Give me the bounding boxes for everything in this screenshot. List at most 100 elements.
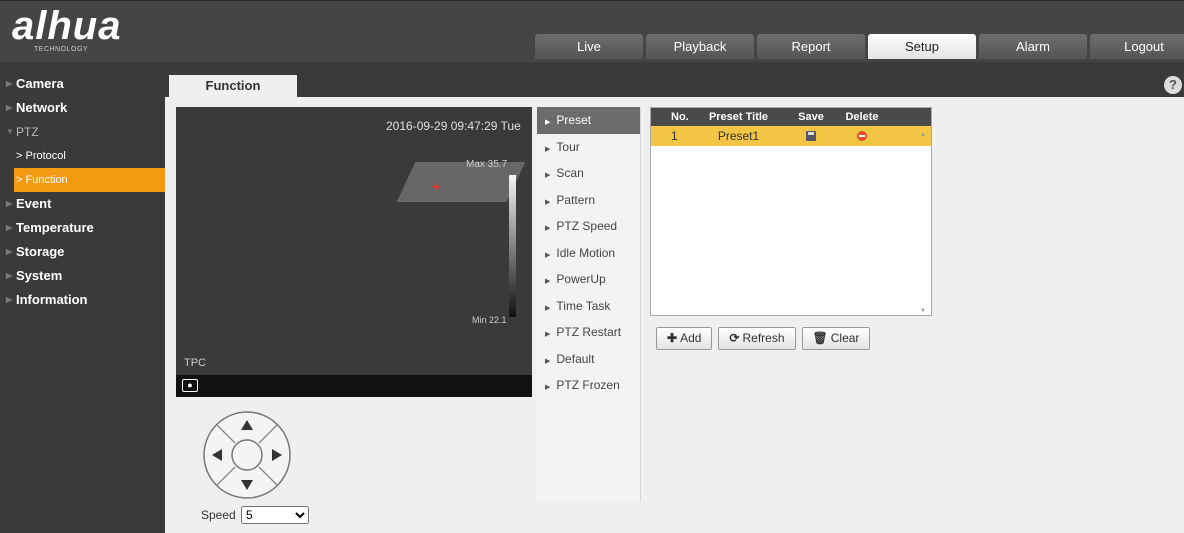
row-preset-title[interactable]: Preset1	[691, 126, 786, 146]
speed-control: Speed 5	[201, 506, 310, 524]
function-item-label: Tour	[556, 139, 580, 154]
clear-button-label: Clear	[830, 331, 860, 345]
function-item-powerup[interactable]: ▶ PowerUp	[537, 266, 640, 293]
chevron-right-icon: ▶	[6, 199, 13, 208]
sidebar-subitem-protocol[interactable]: > Protocol	[0, 144, 165, 168]
sidebar-item-label: Information	[16, 292, 88, 307]
subtab-bar: Function ?	[165, 62, 1184, 97]
function-item-ptz-frozen[interactable]: ▶ PTZ Frozen	[537, 372, 640, 399]
col-save: Save	[798, 111, 824, 123]
row-no: 1	[671, 129, 678, 143]
function-item-pattern[interactable]: ▶ Pattern	[537, 187, 640, 214]
scroll-down-icon[interactable]: ▼	[920, 308, 926, 314]
sidebar-item-label: Network	[16, 100, 68, 115]
logo-text: alhua	[12, 4, 122, 48]
sidebar-subitem-label: Protocol	[25, 150, 66, 162]
sidebar-item-label: Storage	[16, 244, 65, 259]
function-item-label: PowerUp	[556, 272, 606, 286]
function-item-label: PTZ Frozen	[556, 378, 620, 392]
sidebar-subitem-label: Function	[25, 174, 68, 186]
chevron-right-icon: ▶	[6, 295, 13, 304]
tab-alarm[interactable]: Alarm	[979, 34, 1087, 59]
min-temp-label: Min 22.1	[472, 315, 507, 325]
sidebar-item-storage[interactable]: ▶ Storage	[0, 240, 165, 264]
tab-live[interactable]: Live	[535, 34, 643, 59]
preset-table-header: No. Preset Title Save Delete	[651, 108, 931, 126]
function-item-label: PTZ Speed	[556, 219, 618, 233]
function-item-label: Default	[556, 351, 595, 366]
scroll-up-icon[interactable]: ▲	[920, 132, 926, 138]
temperature-scale	[509, 175, 516, 317]
tab-logout[interactable]: Logout	[1090, 34, 1184, 59]
table-scrollbar[interactable]: ▲ ▼	[919, 128, 929, 314]
tab-playback[interactable]: Playback	[646, 34, 754, 59]
main-tabs: Live Playback Report Setup Alarm Logout	[535, 34, 1184, 59]
sidebar-item-ptz[interactable]: ▼ PTZ	[0, 120, 165, 144]
sidebar-item-label: System	[16, 268, 63, 283]
chevron-down-icon: ▼	[6, 127, 14, 136]
sidebar-item-system[interactable]: ▶ System	[0, 264, 165, 288]
sidebar-item-event[interactable]: ▶ Event	[0, 192, 165, 216]
tab-function[interactable]: Function	[169, 75, 297, 97]
triangle-right-icon: ▶	[545, 119, 551, 126]
function-item-label: Idle Motion	[556, 245, 616, 260]
save-cell	[786, 126, 836, 146]
col-no: No.	[671, 111, 689, 123]
triangle-right-icon: ▶	[545, 145, 551, 153]
speed-select[interactable]: 5	[241, 506, 310, 524]
delete-cell	[836, 126, 888, 146]
function-item-label: PTZ Restart	[556, 325, 622, 339]
sidebar-item-temperature[interactable]: ▶ Temperature	[0, 216, 165, 240]
function-item-label: Pattern	[556, 192, 596, 207]
table-row[interactable]: 1 Preset1	[651, 126, 931, 146]
sidebar-item-label: PTZ	[16, 125, 39, 139]
chevron-right-icon: ▶	[6, 271, 13, 280]
content-area: Function ? 2016-09-29 09:47:29 Tue Max 3…	[165, 62, 1184, 533]
help-icon[interactable]: ?	[1164, 76, 1182, 94]
clear-button[interactable]: 🗑 Clear	[801, 327, 871, 350]
snapshot-camera-icon[interactable]: ●	[182, 379, 198, 392]
function-item-label: Scan	[556, 166, 584, 180]
tab-report[interactable]: Report	[757, 34, 865, 59]
logo-tagline: TECHNOLOGY	[34, 46, 89, 53]
function-item-time-task[interactable]: ▶ Time Task	[537, 293, 640, 320]
function-item-idle-motion[interactable]: ▶ Idle Motion	[537, 240, 640, 267]
max-temp-marker-icon: ✚	[432, 182, 440, 192]
tab-setup[interactable]: Setup	[868, 34, 976, 59]
sidebar-subitem-function[interactable]: > Function	[14, 168, 165, 192]
function-item-preset[interactable]: ▶ Preset	[537, 107, 640, 134]
ptz-direction-control	[202, 410, 292, 500]
chevron-right-icon: ▶	[6, 103, 13, 112]
triangle-right-icon: ▶	[545, 251, 551, 259]
sidebar: ▶ Camera ▶ Network ▼ PTZ > Protocol > Funct…	[0, 62, 165, 533]
chevron-right-icon: ▶	[6, 223, 13, 232]
triangle-right-icon: ▶	[545, 225, 551, 232]
function-item-ptz-speed[interactable]: ▶ PTZ Speed	[537, 213, 640, 240]
save-icon[interactable]	[806, 131, 816, 141]
triangle-right-icon: ▶	[545, 384, 551, 391]
triangle-right-icon: ▶	[545, 278, 551, 285]
delete-icon[interactable]	[857, 131, 867, 141]
col-preset-title: Preset Title	[708, 111, 769, 123]
function-item-label: Preset	[556, 113, 592, 127]
triangle-right-icon: ▶	[545, 172, 551, 179]
max-temp-label: Max 35.7	[466, 159, 508, 170]
refresh-button[interactable]: ⟳ Refresh	[718, 327, 796, 350]
sidebar-item-camera[interactable]: ▶ Camera	[0, 72, 165, 96]
refresh-icon: ⟳	[729, 331, 740, 345]
function-item-label: Time Task	[556, 298, 611, 313]
function-item-default[interactable]: ▶ Default	[537, 346, 640, 373]
video-timestamp: 2016-09-29 09:47:29 Tue	[386, 119, 521, 133]
refresh-button-label: Refresh	[742, 331, 785, 345]
speed-label: Speed	[201, 508, 236, 522]
function-item-scan[interactable]: ▶ Scan	[537, 160, 640, 187]
sidebar-item-information[interactable]: ▶ Information	[0, 288, 165, 312]
top-bar: alhua TECHNOLOGY Live Playback Report Se…	[0, 0, 1184, 62]
triangle-right-icon: ▶	[545, 357, 551, 365]
function-item-ptz-restart[interactable]: ▶ PTZ Restart	[537, 319, 640, 346]
sidebar-item-label: Event	[16, 196, 52, 211]
add-button[interactable]: ✚ Add	[656, 327, 713, 350]
chevron-right-icon: ▶	[6, 247, 13, 256]
sidebar-item-network[interactable]: ▶ Network	[0, 96, 165, 120]
function-item-tour[interactable]: ▶ Tour	[537, 134, 640, 161]
